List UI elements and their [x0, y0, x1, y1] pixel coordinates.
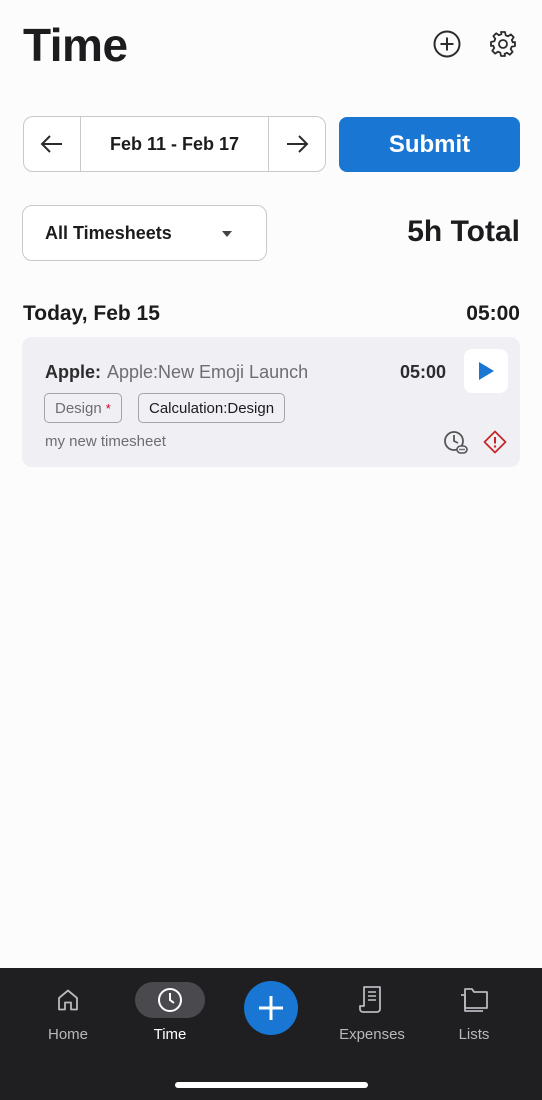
total-hours: 5h Total	[407, 215, 520, 248]
bottom-tab-bar: Home Time Expenses Lists	[0, 968, 542, 1100]
page-title: Time	[23, 19, 128, 71]
gear-icon	[490, 31, 516, 57]
day-heading: Today, Feb 15	[23, 302, 160, 325]
plus-icon	[259, 996, 283, 1020]
entry-tag-calculation: Calculation:Design	[138, 393, 286, 423]
tab-expenses[interactable]: Expenses	[332, 980, 412, 1043]
tab-label: Time	[153, 1026, 187, 1043]
filter-selected-value: All Timesheets	[45, 222, 172, 243]
play-icon	[479, 362, 494, 380]
week-range-label[interactable]: Feb 11 - Feb 17	[81, 117, 268, 171]
settings-button[interactable]	[487, 28, 519, 60]
home-icon	[58, 989, 78, 1011]
day-total: 05:00	[466, 302, 520, 325]
warning-icon	[483, 430, 507, 454]
folder-icon	[461, 988, 488, 1012]
next-week-button[interactable]	[268, 117, 325, 171]
entry-tag-design: Design *	[44, 393, 122, 423]
arrow-right-icon	[287, 135, 309, 153]
entry-duration: 05:00	[400, 362, 447, 382]
entry-client: Apple:	[45, 362, 101, 382]
tab-time[interactable]: Time	[130, 980, 210, 1043]
tab-label: Expenses	[339, 1026, 405, 1043]
start-timer-button[interactable]	[464, 349, 508, 393]
receipt-icon	[359, 986, 381, 1013]
previous-week-button[interactable]	[24, 117, 81, 171]
tag-label: Calculation:Design	[149, 399, 275, 417]
timesheet-filter-dropdown[interactable]: All Timesheets	[22, 205, 267, 261]
required-marker: *	[105, 400, 111, 416]
entry-project: Apple:New Emoji Launch	[107, 362, 309, 382]
add-entry-button[interactable]	[431, 28, 463, 60]
tab-label: Home	[47, 1026, 88, 1043]
submit-button[interactable]: Submit	[339, 117, 520, 172]
plus-circle-icon	[433, 30, 461, 58]
home-indicator	[175, 1082, 368, 1088]
tag-label: Design	[55, 399, 102, 417]
tab-lists[interactable]: Lists	[434, 980, 514, 1043]
clock-icon	[158, 988, 182, 1012]
tab-label: Lists	[458, 1026, 490, 1043]
clock-timer-icon	[444, 431, 468, 454]
tab-home[interactable]: Home	[28, 980, 108, 1043]
timesheet-entry-card[interactable]: Apple: Apple:New Emoji Launch 05:00 Desi…	[22, 337, 520, 467]
entry-note: my new timesheet	[45, 433, 166, 450]
caret-down-icon	[222, 231, 232, 237]
quick-add-button[interactable]	[244, 981, 298, 1035]
arrow-left-icon	[40, 135, 62, 153]
week-navigator: Feb 11 - Feb 17	[23, 116, 326, 172]
